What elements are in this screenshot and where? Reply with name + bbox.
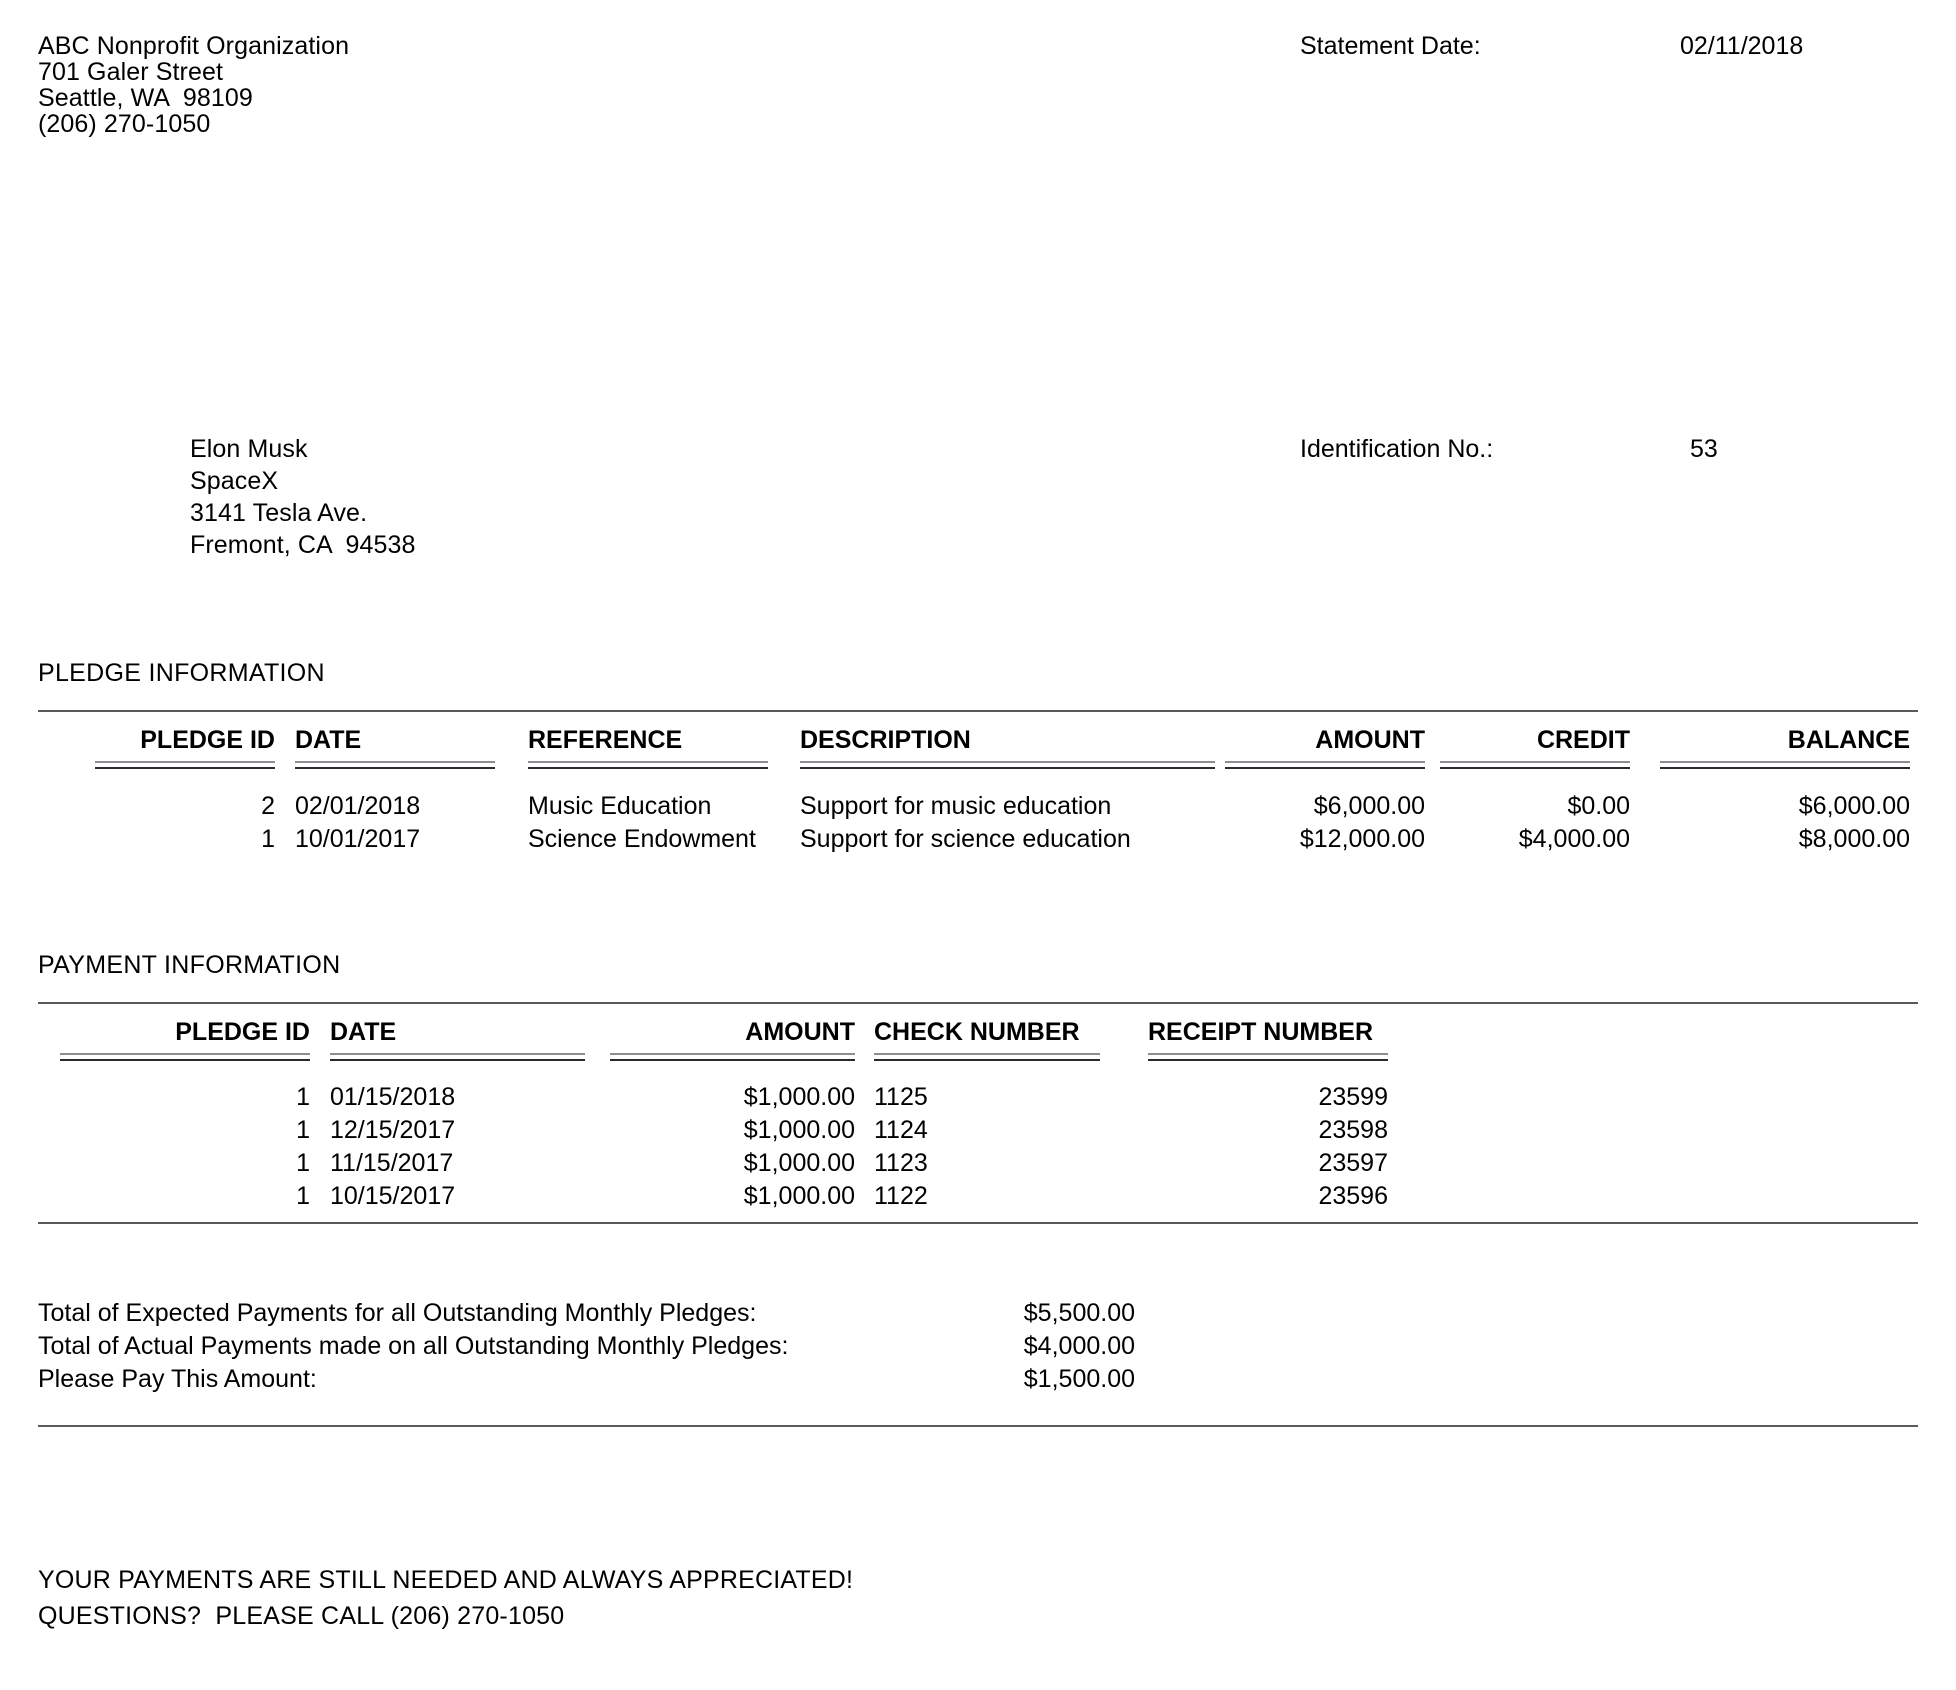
pledge-header-description-underline (800, 761, 1215, 769)
pledge-header-credit-underline (1440, 761, 1630, 769)
pledge-header-balance: BALANCE (1787, 726, 1910, 754)
statement-document: ABC Nonprofit Organization 701 Galer Str… (0, 0, 1956, 1690)
table-row: 23596 (1318, 1182, 1388, 1210)
amount-due-value: $1,500.00 (1023, 1365, 1135, 1393)
table-row: $8,000.00 (1798, 825, 1910, 853)
table-row: $1,000.00 (743, 1116, 855, 1144)
identification-number-value: 53 (1690, 435, 1718, 463)
table-row: 1125 (874, 1083, 928, 1111)
payment-section-top-rule (38, 1002, 1918, 1004)
pledge-section-title: PLEDGE INFORMATION (38, 659, 325, 687)
table-row: 01/15/2018 (330, 1083, 456, 1111)
payment-header-amount-underline (610, 1053, 855, 1061)
pledge-header-date: DATE (295, 726, 362, 754)
table-row: 10/01/2017 (295, 825, 421, 853)
footer-questions-text: QUESTIONS? PLEASE CALL (206) 270-1050 (38, 1602, 565, 1630)
table-row: 23599 (1318, 1083, 1388, 1111)
pledge-header-balance-underline (1660, 761, 1910, 769)
table-row: $12,000.00 (1299, 825, 1425, 853)
pledge-header-description: DESCRIPTION (800, 726, 971, 754)
pledge-header-pledge-id-underline (95, 761, 275, 769)
total-actual-value: $4,000.00 (1023, 1332, 1135, 1360)
amount-due-label: Please Pay This Amount: (38, 1365, 317, 1393)
statement-date-label: Statement Date: (1300, 32, 1481, 60)
table-row: Science Endowment (528, 825, 756, 853)
pledge-header-amount-underline (1225, 761, 1425, 769)
table-row: 1 (296, 1116, 310, 1144)
payment-header-date-underline (330, 1053, 585, 1061)
table-row: 1122 (874, 1182, 928, 1210)
organization-phone: (206) 270-1050 (38, 110, 211, 138)
payment-header-date: DATE (330, 1018, 397, 1046)
table-row: $1,000.00 (743, 1182, 855, 1210)
recipient-company: SpaceX (190, 467, 279, 495)
recipient-city-state-zip: Fremont, CA 94538 (190, 531, 416, 559)
payment-header-receipt-number-underline (1148, 1053, 1388, 1061)
totals-bottom-rule (38, 1425, 1918, 1427)
identification-number-label: Identification No.: (1300, 435, 1494, 463)
footer-appreciation-text: YOUR PAYMENTS ARE STILL NEEDED AND ALWAY… (38, 1566, 854, 1594)
pledge-header-pledge-id: PLEDGE ID (140, 726, 275, 754)
total-actual-label: Total of Actual Payments made on all Out… (38, 1332, 789, 1360)
pledge-header-date-underline (295, 761, 495, 769)
payment-header-pledge-id: PLEDGE ID (175, 1018, 310, 1046)
table-row: $4,000.00 (1518, 825, 1630, 853)
table-row: 1 (261, 825, 275, 853)
table-row: $0.00 (1567, 792, 1630, 820)
payment-header-receipt-number: RECEIPT NUMBER (1148, 1018, 1374, 1046)
table-row: $1,000.00 (743, 1149, 855, 1177)
payment-header-check-number-underline (874, 1053, 1100, 1061)
recipient-name: Elon Musk (190, 435, 308, 463)
table-row: Support for science education (800, 825, 1131, 853)
table-row: 2 (261, 792, 275, 820)
table-row: 1123 (874, 1149, 928, 1177)
table-row: $1,000.00 (743, 1083, 855, 1111)
pledge-header-amount: AMOUNT (1315, 726, 1425, 754)
pledge-header-reference-underline (528, 761, 768, 769)
payment-header-pledge-id-underline (60, 1053, 310, 1061)
statement-date-value: 02/11/2018 (1680, 32, 1804, 60)
table-row: Support for music education (800, 792, 1112, 820)
table-row: 23598 (1318, 1116, 1388, 1144)
payment-header-amount: AMOUNT (745, 1018, 855, 1046)
table-row: Music Education (528, 792, 712, 820)
total-expected-value: $5,500.00 (1023, 1299, 1135, 1327)
pledge-header-reference: REFERENCE (528, 726, 683, 754)
table-row: 1 (296, 1083, 310, 1111)
table-row: 12/15/2017 (330, 1116, 456, 1144)
table-row: 23597 (1318, 1149, 1388, 1177)
payment-section-title: PAYMENT INFORMATION (38, 951, 341, 979)
pledge-header-credit: CREDIT (1536, 726, 1630, 754)
table-row: $6,000.00 (1798, 792, 1910, 820)
payment-header-check-number: CHECK NUMBER (874, 1018, 1080, 1046)
table-row: 10/15/2017 (330, 1182, 456, 1210)
table-row: $6,000.00 (1313, 792, 1425, 820)
recipient-street: 3141 Tesla Ave. (190, 499, 368, 527)
pledge-section-top-rule (38, 710, 1918, 712)
payment-section-bottom-rule (38, 1222, 1918, 1224)
total-expected-label: Total of Expected Payments for all Outst… (38, 1299, 757, 1327)
table-row: 1124 (874, 1116, 928, 1144)
table-row: 11/15/2017 (330, 1149, 454, 1177)
table-row: 1 (296, 1182, 310, 1210)
table-row: 02/01/2018 (295, 792, 421, 820)
table-row: 1 (296, 1149, 310, 1177)
